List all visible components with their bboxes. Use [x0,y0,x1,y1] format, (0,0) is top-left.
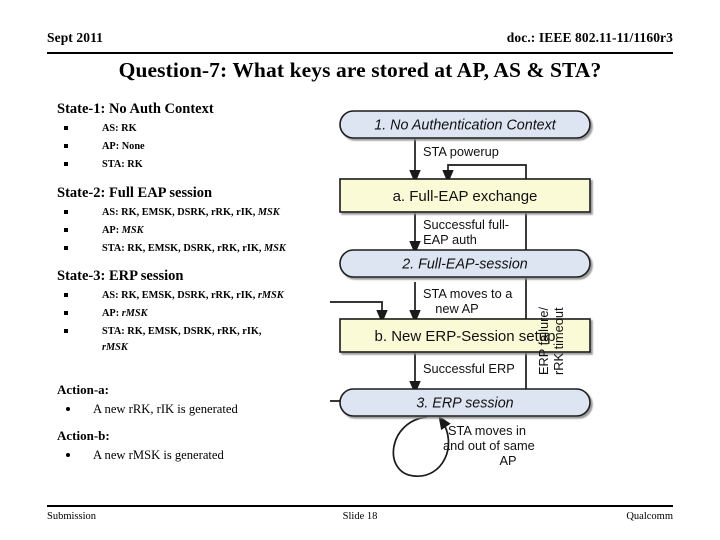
edge-label-successful-full-eap-line1: Successful full- [423,217,509,232]
list-item: AP: None [57,139,372,155]
edge-label-sta-moves-line1: STA moves to a [423,286,513,301]
list-item-text: AP: [102,308,122,319]
list-item: A new rMSK is generated [57,446,372,465]
slide-header: Sept 2011 doc.: IEEE 802.11-11/1160r3 [47,30,673,54]
state-3-list: AS: RK, EMSK, DSRK, rRK, rIK, rMSK AP: r… [57,288,372,355]
footer-submission: Submission [47,511,97,522]
square-bullet-icon [64,245,68,250]
edge-label-self-loop-line2: and out of same [443,438,535,453]
square-bullet-icon [64,311,68,315]
list-item-text: AS: RK, EMSK, DSRK, rRK, rIK, [102,290,258,301]
state-2-heading: State-2: Full EAP session [57,184,213,201]
square-bullet-icon [64,227,68,232]
list-item: AP: rMSK [57,306,372,322]
edge-label-successful-full-eap-line2: EAP auth [423,232,477,247]
list-item-italic: MSK [264,242,286,254]
square-bullet-icon [64,126,68,130]
list-item: AS: RK, EMSK, DSRK, rRK, rIK, rMSK [57,288,372,304]
round-bullet-icon [66,407,70,411]
list-item-text: STA: RK, EMSK, DSRK, rRK, rIK, [102,242,264,254]
list-item-text: AS: RK, EMSK, DSRK, rRK, rIK, [102,206,258,218]
state-1-heading: State-1: No Auth Context [57,101,214,117]
state-3-heading: State-3: ERP session [57,268,184,284]
square-bullet-icon [64,329,68,333]
action-b-heading: Action-b: [57,428,110,443]
page-title: Question-7: What keys are stored at AP, … [118,58,602,82]
action-a-heading: Action-a: [57,382,109,397]
list-item-text: AS: RK [102,123,137,134]
list-item: STA: RK, EMSK, DSRK, rRK, rIK, MSK [57,241,372,257]
list-item-text: AP: None [102,141,145,152]
node-state1-label: 1. No Authentication Context [374,118,556,134]
action-a-list: A new rRK, rIK is generated [57,400,372,419]
list-item: AS: RK [57,121,372,137]
state-2-list: AS: RK, EMSK, DSRK, rRK, rIK, MSK AP: MS… [57,205,372,257]
list-item-italic: rMSK [257,290,284,301]
node-action-b-label: b. New ERP-Session setup [375,328,556,345]
edge-label-right-loop-line1: ERP failure/ [536,307,551,375]
list-item-italic: MSK [257,206,280,218]
edge-state3-self-loop [392,415,451,477]
list-item: STA: RK [57,157,372,173]
list-item-italic: MSK [121,224,144,236]
list-item-italic: rMSK [102,341,128,353]
edge-label-sta-powerup: STA powerup [423,144,499,159]
footer-company: Qualcomm [626,511,673,522]
list-item: A new rRK, rIK is generated [57,400,372,419]
edge-label-successful-erp: Successful ERP [423,361,515,376]
edge-label-self-loop-line1: STA moves in [448,423,526,438]
list-item-text: STA: RK [102,159,143,170]
node-state3-label: 3. ERP session [416,396,513,412]
header-doc-id: doc.: IEEE 802.11-11/1160r3 [506,30,673,45]
header-date: Sept 2011 [47,30,104,45]
list-item: AP: MSK [57,223,372,239]
node-action-a-label: a. Full-EAP exchange [393,188,538,205]
footer-slide-number: Slide 18 [342,511,378,522]
edge-label-self-loop-line3: AP [499,453,516,468]
state-transition-diagram: 1. No Authentication Context a. Full-EAP… [330,105,708,490]
edge-label-right-loop-line2: rRK timeout [551,307,566,375]
round-bullet-icon [66,453,70,457]
list-item-italic: rMSK [121,308,148,319]
list-item-text: STA: RK, EMSK, DSRK, rRK, rIK, [102,326,262,337]
list-item-text: AP: [102,224,122,236]
content-column: State-1: No Auth Context AS: RK AP: None… [57,100,372,472]
action-b-list: A new rMSK is generated [57,446,372,465]
square-bullet-icon [64,293,68,297]
state-1-list: AS: RK AP: None STA: RK [57,121,372,173]
edge-label-sta-moves-line2: new AP [435,301,478,316]
list-item-text: A new rRK, rIK is generated [93,402,238,416]
list-item: AS: RK, EMSK, DSRK, rRK, rIK, MSK [57,205,372,221]
list-item: STA: RK, EMSK, DSRK, rRK, rIK, rMSK [57,324,287,355]
node-state2-label: 2. Full-EAP-session [401,257,528,273]
square-bullet-icon [64,209,68,214]
square-bullet-icon [64,144,68,148]
slide-footer: Submission Slide 18 Qualcomm [47,505,673,529]
list-item-text: A new rMSK is generated [93,448,224,462]
square-bullet-icon [64,162,68,166]
